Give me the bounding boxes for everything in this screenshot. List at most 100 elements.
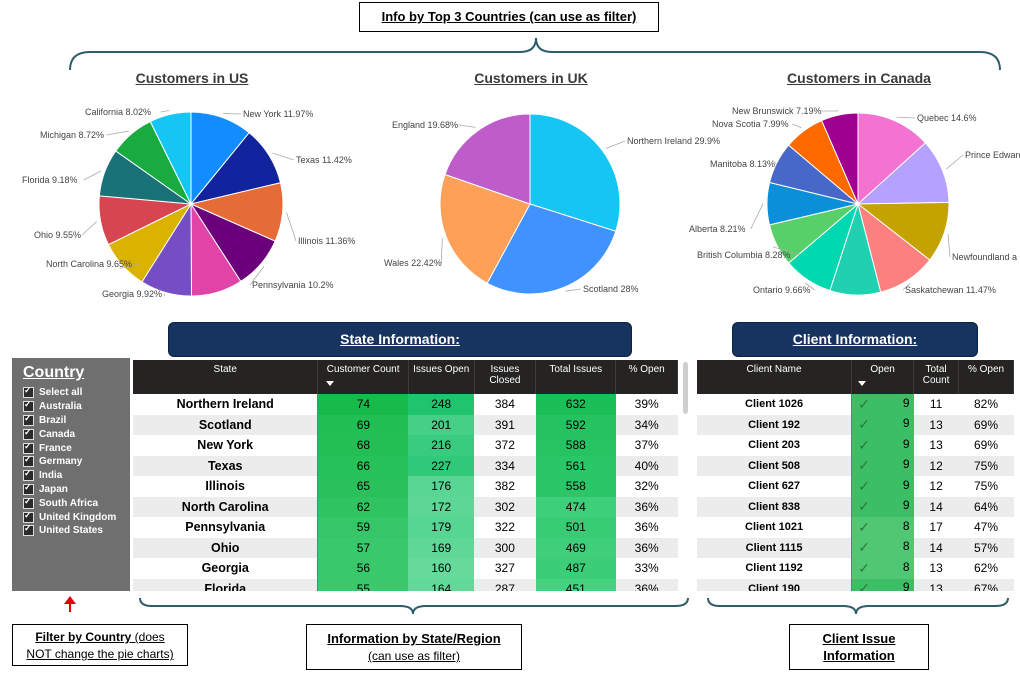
table-row[interactable]: Client 627 ✓ 9 12 75% [697,476,1014,497]
checkbox-checked-icon[interactable] [23,510,34,523]
state-cell: Illinois [205,479,245,494]
total-issues-cell: 558 [535,476,616,497]
state-cell: North Carolina [133,496,318,517]
client-table[interactable]: Client Name Open Total Count % Open Clie… [697,360,1014,591]
pie-charts[interactable]: New York 11.97% Texas 11.42% Illinois 11.3… [0,0,1020,320]
table-row[interactable]: Client 1026 ✓ 9 11 82% [697,394,1014,415]
checkbox-checked-icon[interactable] [23,413,34,426]
table-row[interactable]: Scotland 69 201 391 592 34% [133,414,678,435]
col-header-client-name[interactable]: Client Name [697,360,853,394]
client-pct-open-cell: 75% [974,479,999,494]
table-row[interactable]: Client 203 ✓ 9 13 69% [697,435,1014,456]
table-row[interactable]: Client 192 ✓ 9 13 69% [697,414,1014,435]
checkbox-checked-icon[interactable] [23,482,34,495]
client-issue-note-line1: Client Issue [822,631,896,646]
table-row[interactable]: Northern Ireland 74 248 384 632 39% [133,394,678,415]
pie-leader-line [750,203,764,230]
country-option-label: Germany [39,456,83,468]
col-header-total-count[interactable]: Total Count [913,360,960,394]
pie-slice-label: Illinois 11.36% [298,236,355,246]
table-row[interactable]: Pennsylvania 59 179 322 501 36% [133,517,678,538]
col-header-state[interactable]: State [133,360,319,394]
total-count-cell: 13 [913,414,959,435]
col-header-pct-open[interactable]: % Open [615,360,678,394]
client-name-cell: Client 838 [697,496,852,517]
country-option-india[interactable]: India [23,468,116,483]
client-name-cell: Client 190 [697,578,852,591]
checkbox-checked-icon[interactable] [23,496,34,509]
issues-open-cell: 179 [408,517,475,538]
col-header-total-issues[interactable]: Total Issues [535,360,617,394]
country-option-united-kingdom[interactable]: United Kingdom [23,510,116,524]
pie-slice-label: New York 11.97% [243,109,313,119]
checkbox-checked-icon[interactable] [23,441,34,454]
state-table[interactable]: State Customer Count Issues Open Issues … [133,360,678,591]
pie-slice-label: England 19.68% [392,120,458,130]
total-count-cell: 13 [913,578,959,591]
table-row[interactable]: New York 68 216 372 588 37% [133,435,678,456]
table-row[interactable]: Client 1021 ✓ 8 17 47% [697,517,1014,538]
col-header-issues-open[interactable]: Issues Open [408,360,475,394]
table-row[interactable]: North Carolina 62 172 302 474 36% [133,496,678,517]
customer-count-cell: 69 [317,414,409,435]
checkbox-checked-icon[interactable] [23,454,34,468]
pie-leader-line [286,212,297,242]
checkbox-checked-icon[interactable] [23,468,34,482]
pie-slice-label: North Carolina 9.65% [46,259,132,269]
country-option-japan[interactable]: Japan [23,482,116,497]
pie-leader-line [792,123,802,129]
col-header-issues-closed[interactable]: Issues Closed [474,360,537,394]
col-header-customer-count[interactable]: Customer Count [317,360,409,394]
pie-slice-label: California 8.02% [85,107,151,117]
country-option-brazil[interactable]: Brazil [23,413,116,428]
table-row[interactable]: Client 1115 ✓ 8 14 57% [697,537,1014,558]
col-header-open[interactable]: Open [851,360,915,394]
checkbox-checked-icon[interactable] [23,427,34,440]
pie-slice-label: Florida 9.18% [22,175,78,185]
pct-open-cell: 33% [634,561,659,576]
country-option-south-africa[interactable]: South Africa [23,496,116,510]
table-row[interactable]: Illinois 65 176 382 558 32% [133,476,678,497]
issues-closed-cell: 327 [494,561,515,576]
country-option-united-states[interactable]: United States [23,523,116,538]
table-row[interactable]: Georgia 56 160 327 487 33% [133,558,678,579]
customer-count-cell: 66 [317,455,409,476]
open-cell: ✓ 8 [851,537,914,558]
pct-open-cell: 36% [615,537,678,558]
country-option-germany[interactable]: Germany [23,454,116,469]
table-row[interactable]: Texas 66 227 334 561 40% [133,455,678,476]
state-region-note-line1: Information by State/Region [327,631,501,646]
open-value: 9 [902,416,910,431]
col-header-client-pct-open[interactable]: % Open [958,360,1014,394]
total-issues-cell: 474 [535,496,616,517]
table-row[interactable]: Ohio 57 169 300 469 36% [133,537,678,558]
state-table-scrollbar[interactable] [683,362,688,414]
client-pct-open-cell: 69% [974,438,999,453]
client-pct-open-cell: 47% [974,520,999,535]
issues-closed-cell: 391 [474,414,536,435]
checkbox-checked-icon[interactable] [23,385,34,399]
total-issues-cell: 588 [535,435,616,456]
pct-open-cell: 36% [615,496,678,517]
checkbox-checked-icon[interactable] [23,523,34,537]
checkmark-icon: ✓ [858,477,870,494]
table-row[interactable]: Client 190 ✓ 9 13 67% [697,578,1014,591]
country-option-select-all[interactable]: Select all [23,385,116,400]
table-row[interactable]: Client 1192 ✓ 8 13 62% [697,558,1014,579]
country-option-france[interactable]: France [23,441,116,455]
country-option-australia[interactable]: Australia [23,399,116,414]
total-count-cell: 13 [929,561,943,576]
state-information-button[interactable]: State Information: [168,322,632,357]
table-row[interactable]: Client 838 ✓ 9 14 64% [697,496,1014,517]
country-option-canada[interactable]: Canada [23,427,116,441]
client-information-button[interactable]: Client Information: [732,322,978,357]
open-cell: ✓ 9 [851,435,914,456]
table-row[interactable]: Florida 55 164 287 451 36% [133,578,678,591]
checkbox-checked-icon[interactable] [23,399,34,413]
open-cell: ✓ 9 [851,414,914,435]
total-issues-cell: 632 [535,394,616,415]
pie-slice-label: British Columbia 8.28% [697,250,791,260]
country-slicer: Country Select all AustraliaBrazil Canada F… [12,358,130,591]
table-row[interactable]: Client 508 ✓ 9 12 75% [697,455,1014,476]
pie-slice-label: Pennsylvania 10.2% [252,280,334,290]
